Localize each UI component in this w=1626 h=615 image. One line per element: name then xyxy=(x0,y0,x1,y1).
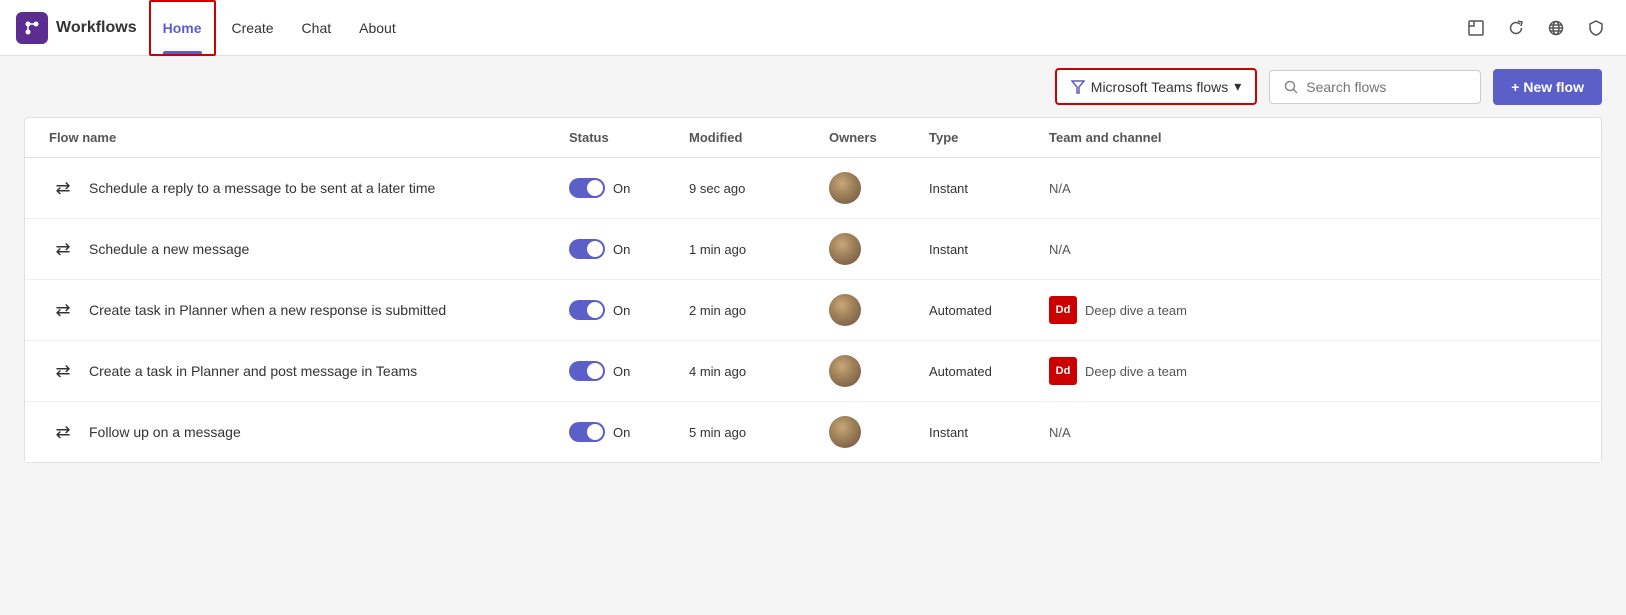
status-label: On xyxy=(613,181,630,196)
status-toggle[interactable] xyxy=(569,300,605,320)
flow-icon: ⇄ xyxy=(49,418,77,446)
type-cell: Automated xyxy=(929,303,1049,318)
popup-icon[interactable] xyxy=(1462,14,1490,42)
type-cell: Instant xyxy=(929,242,1049,257)
modified-cell: 5 min ago xyxy=(689,425,829,440)
nav-item-about[interactable]: About xyxy=(347,0,408,56)
type-cell: Automated xyxy=(929,364,1049,379)
team-channel-cell: N/A xyxy=(1049,181,1577,196)
owners-cell xyxy=(829,416,929,448)
flow-name-cell: ⇄ Create a task in Planner and post mess… xyxy=(49,357,569,385)
modified-cell: 2 min ago xyxy=(689,303,829,318)
new-flow-label: + New flow xyxy=(1511,79,1584,95)
search-box[interactable] xyxy=(1269,70,1481,104)
logo-icon xyxy=(16,12,48,44)
flow-name-cell: ⇄ Follow up on a message xyxy=(49,418,569,446)
owners-cell xyxy=(829,172,929,204)
search-icon xyxy=(1284,80,1298,94)
flow-name: Schedule a new message xyxy=(89,241,249,257)
status-cell: On xyxy=(569,178,689,198)
status-toggle[interactable] xyxy=(569,361,605,381)
top-navigation: Workflows Home Create Chat About xyxy=(0,0,1626,56)
team-channel-cell: Dd Deep dive a team xyxy=(1049,357,1577,385)
flow-icon: ⇄ xyxy=(49,357,77,385)
refresh-icon[interactable] xyxy=(1502,14,1530,42)
table-row[interactable]: ⇄ Create task in Planner when a new resp… xyxy=(25,280,1601,341)
flow-name: Follow up on a message xyxy=(89,424,241,440)
shield-icon[interactable] xyxy=(1582,14,1610,42)
status-toggle[interactable] xyxy=(569,178,605,198)
filter-button[interactable]: Microsoft Teams flows ▾ xyxy=(1055,68,1257,105)
flow-icon: ⇄ xyxy=(49,235,77,263)
status-cell: On xyxy=(569,422,689,442)
avatar xyxy=(829,172,861,204)
flow-icon: ⇄ xyxy=(49,296,77,324)
flow-name: Create a task in Planner and post messag… xyxy=(89,363,417,379)
owners-cell xyxy=(829,355,929,387)
avatar xyxy=(829,294,861,326)
flow-name-cell: ⇄ Create task in Planner when a new resp… xyxy=(49,296,569,324)
flow-icon: ⇄ xyxy=(49,174,77,202)
status-cell: On xyxy=(569,361,689,381)
avatar xyxy=(829,416,861,448)
col-header-modified: Modified xyxy=(689,130,829,145)
table-header: Flow name Status Modified Owners Type Te… xyxy=(25,118,1601,158)
owners-cell xyxy=(829,233,929,265)
app-logo: Workflows xyxy=(16,12,137,44)
col-header-owners: Owners xyxy=(829,130,929,145)
globe-icon[interactable] xyxy=(1542,14,1570,42)
flow-name: Create task in Planner when a new respon… xyxy=(89,302,446,318)
team-name: Deep dive a team xyxy=(1085,364,1187,379)
new-flow-button[interactable]: + New flow xyxy=(1493,69,1602,105)
status-label: On xyxy=(613,364,630,379)
col-header-status: Status xyxy=(569,130,689,145)
table-row[interactable]: ⇄ Follow up on a message On 5 min ago In… xyxy=(25,402,1601,462)
type-cell: Instant xyxy=(929,181,1049,196)
flows-table: Flow name Status Modified Owners Type Te… xyxy=(24,117,1602,463)
team-channel-cell: Dd Deep dive a team xyxy=(1049,296,1577,324)
nav-right-icons xyxy=(1462,14,1610,42)
status-cell: On xyxy=(569,300,689,320)
modified-cell: 9 sec ago xyxy=(689,181,829,196)
owners-cell xyxy=(829,294,929,326)
nav-item-home[interactable]: Home xyxy=(149,0,216,56)
filter-label: Microsoft Teams flows xyxy=(1091,79,1228,95)
status-cell: On xyxy=(569,239,689,259)
col-header-type: Type xyxy=(929,130,1049,145)
toolbar: Microsoft Teams flows ▾ + New flow xyxy=(0,56,1626,117)
search-input[interactable] xyxy=(1306,79,1466,95)
team-channel-cell: N/A xyxy=(1049,425,1577,440)
chevron-down-icon: ▾ xyxy=(1234,78,1241,95)
modified-cell: 1 min ago xyxy=(689,242,829,257)
nav-item-chat[interactable]: Chat xyxy=(290,0,344,56)
table-row[interactable]: ⇄ Schedule a new message On 1 min ago In… xyxy=(25,219,1601,280)
type-cell: Instant xyxy=(929,425,1049,440)
filter-icon xyxy=(1071,80,1085,94)
status-label: On xyxy=(613,303,630,318)
status-toggle[interactable] xyxy=(569,422,605,442)
flow-name-cell: ⇄ Schedule a new message xyxy=(49,235,569,263)
avatar xyxy=(829,233,861,265)
avatar xyxy=(829,355,861,387)
table-row[interactable]: ⇄ Schedule a reply to a message to be se… xyxy=(25,158,1601,219)
status-label: On xyxy=(613,425,630,440)
flow-name-cell: ⇄ Schedule a reply to a message to be se… xyxy=(49,174,569,202)
table-row[interactable]: ⇄ Create a task in Planner and post mess… xyxy=(25,341,1601,402)
team-name: Deep dive a team xyxy=(1085,303,1187,318)
team-channel-cell: N/A xyxy=(1049,242,1577,257)
status-label: On xyxy=(613,242,630,257)
team-badge: Dd xyxy=(1049,296,1077,324)
team-badge: Dd xyxy=(1049,357,1077,385)
nav-item-create[interactable]: Create xyxy=(220,0,286,56)
modified-cell: 4 min ago xyxy=(689,364,829,379)
col-header-flow-name: Flow name xyxy=(49,130,569,145)
status-toggle[interactable] xyxy=(569,239,605,259)
col-header-team-channel: Team and channel xyxy=(1049,130,1577,145)
flow-name: Schedule a reply to a message to be sent… xyxy=(89,180,435,196)
app-title: Workflows xyxy=(56,19,137,37)
